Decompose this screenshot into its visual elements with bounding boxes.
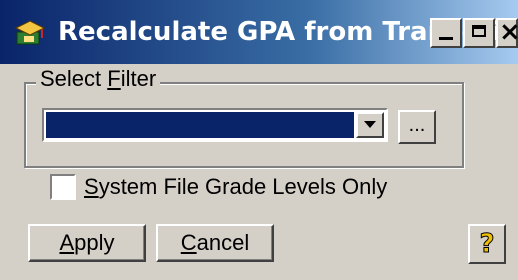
cancel-button[interactable]: Cancel	[156, 224, 274, 262]
minimize-button[interactable]	[430, 18, 462, 48]
system-grade-levels-checkbox[interactable]	[50, 174, 76, 200]
legend-mnemonic: F	[107, 66, 121, 91]
close-icon: ×	[499, 17, 518, 47]
chevron-down-icon[interactable]	[356, 112, 384, 138]
cancel-text: ancel	[196, 230, 250, 255]
system-grade-levels-mnemonic: S	[84, 174, 99, 199]
title-bar[interactable]: Recalculate GPA from Transcript ×	[0, 0, 518, 64]
apply-text: pply	[74, 230, 115, 255]
select-filter-legend: Select Filter	[36, 66, 161, 92]
close-button[interactable]: ×	[496, 17, 518, 48]
help-icon: ?	[479, 229, 495, 260]
system-grade-levels-label[interactable]: System File Grade Levels Only	[84, 173, 387, 201]
help-button[interactable]: ?	[468, 224, 506, 264]
legend-text-end: ilter	[120, 66, 157, 91]
recalculate-gpa-dialog: Recalculate GPA from Transcript × Select…	[0, 0, 518, 280]
cancel-mnemonic: C	[180, 230, 197, 255]
browse-filter-button[interactable]: ...	[398, 110, 436, 144]
filter-dropdown[interactable]	[42, 108, 388, 142]
graduation-cap-icon	[14, 20, 46, 45]
system-grade-levels-text: ystem File Grade Levels Only	[98, 174, 388, 199]
apply-mnemonic: A	[59, 230, 75, 255]
apply-button[interactable]: Apply	[28, 224, 146, 262]
legend-text-start: Select	[40, 66, 108, 91]
filter-dropdown-value[interactable]	[46, 112, 354, 138]
maximize-button[interactable]	[463, 18, 495, 48]
